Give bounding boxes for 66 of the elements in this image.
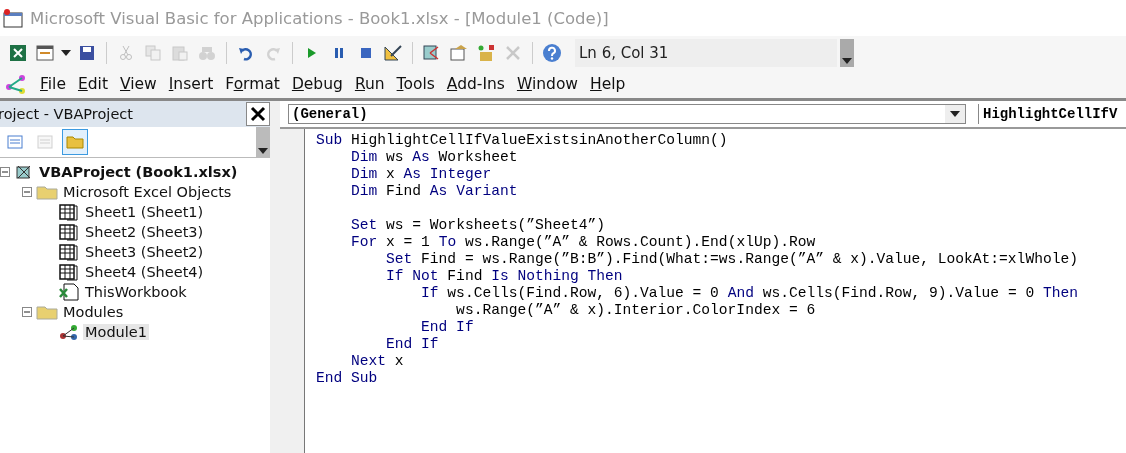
dropdown-button[interactable] [840, 39, 854, 67]
tree-item[interactable]: Sheet3 (Sheet2) [83, 244, 206, 260]
code-line: End If [420, 319, 475, 336]
tree-item[interactable]: Microsoft Excel Objects [61, 184, 234, 200]
menu-item[interactable]: Insert [162, 75, 220, 93]
collapse-icon[interactable] [22, 186, 33, 198]
folder-icon [36, 184, 58, 200]
menu-item[interactable]: Format [219, 75, 286, 93]
menu-item[interactable]: Tools [390, 75, 441, 93]
caret-icon [950, 111, 960, 117]
menu-item[interactable]: Window [510, 75, 585, 93]
worksheet-icon [58, 263, 80, 281]
code-line: End If [385, 336, 440, 353]
worksheet-icon [58, 243, 80, 261]
tree-item[interactable]: ThisWorkbook [83, 284, 189, 300]
code-line: ws.Range(”A” & x).Interior.ColorIndex = 6 [455, 302, 817, 319]
menu-item[interactable]: Add-Ins [440, 75, 511, 93]
menu-item[interactable]: Help [584, 75, 632, 93]
menu-item[interactable]: Debug [285, 75, 349, 93]
design-icon[interactable] [381, 42, 405, 64]
workbook-icon [58, 283, 80, 301]
menu-item[interactable]: Edit [71, 75, 114, 93]
toolbar-grip-icon [4, 73, 28, 95]
tree-item[interactable]: Sheet2 (Sheet3) [83, 224, 206, 240]
collapse-icon[interactable] [22, 306, 33, 318]
view-code-icon [7, 135, 23, 149]
code-line: For x = 1 To ws.Range(”A” & Rows.Count).End(xlUp).Row [350, 234, 817, 251]
menu-item[interactable]: View [114, 75, 163, 93]
worksheet-icon [58, 203, 80, 221]
toggle-folders-button[interactable] [62, 129, 88, 155]
tree-item[interactable]: Module1 [83, 324, 149, 340]
tree-item[interactable]: Sheet1 (Sheet1) [83, 204, 206, 220]
code-line: Next x [350, 353, 405, 370]
tree-item[interactable]: Sheet4 (Sheet4) [83, 264, 206, 280]
code-line: Set Find = ws.Range(”B:B”).Find(What:=ws.Range(”A” & x).Value, LookAt:=xlWhole) [385, 251, 1078, 268]
folder-icon [36, 304, 58, 320]
code-line: Dim ws As Worksheet [350, 149, 519, 166]
code-line: End Sub [316, 370, 379, 387]
code-line: Sub HighlightCellIfValueExistsinAnotherColumn() [316, 132, 729, 149]
toggle-folders-icon [66, 135, 84, 149]
insert-form-icon[interactable] [33, 42, 57, 64]
caret-icon [258, 148, 268, 154]
object-combo[interactable]: (General) [288, 104, 966, 124]
caret-icon [842, 58, 852, 64]
tree-item[interactable]: Modules [61, 304, 126, 320]
help-icon[interactable] [540, 42, 564, 64]
code-line: If Not Find Is Nothing Then [385, 268, 624, 285]
worksheet-icon [58, 223, 80, 241]
procedure-combo[interactable]: HighlightCellIfV [978, 104, 1126, 124]
dropdown-button[interactable] [945, 105, 965, 123]
close-button[interactable] [246, 102, 270, 126]
menu-item[interactable]: File [34, 75, 72, 93]
tree-item[interactable]: VBAProject (Book1.xlsx) [37, 164, 240, 180]
code-line: Dim x As Integer [350, 166, 493, 183]
cursor-position-field: Ln 6, Col 31 [575, 39, 837, 67]
code-line: Set ws = Worksheets(”Sheet4”) [350, 217, 606, 234]
scrollbar[interactable] [256, 127, 270, 157]
module-icon [58, 323, 80, 341]
view-object-icon [37, 135, 53, 149]
panel-title: roject - VBAProject [0, 106, 133, 122]
window-title: Microsoft Visual Basic for Applications - Book1.xlsx - [Module1 (Code)] [30, 8, 609, 28]
code-line: Dim Find As Variant [350, 183, 519, 200]
menu-item[interactable]: Run [348, 75, 391, 93]
collapse-icon[interactable] [0, 166, 11, 178]
close-icon [250, 106, 266, 122]
code-line: If ws.Cells(Find.Row, 6).Value = 0 And ws.Cells(Find.Row, 9).Value = 0 Then [420, 285, 1078, 302]
